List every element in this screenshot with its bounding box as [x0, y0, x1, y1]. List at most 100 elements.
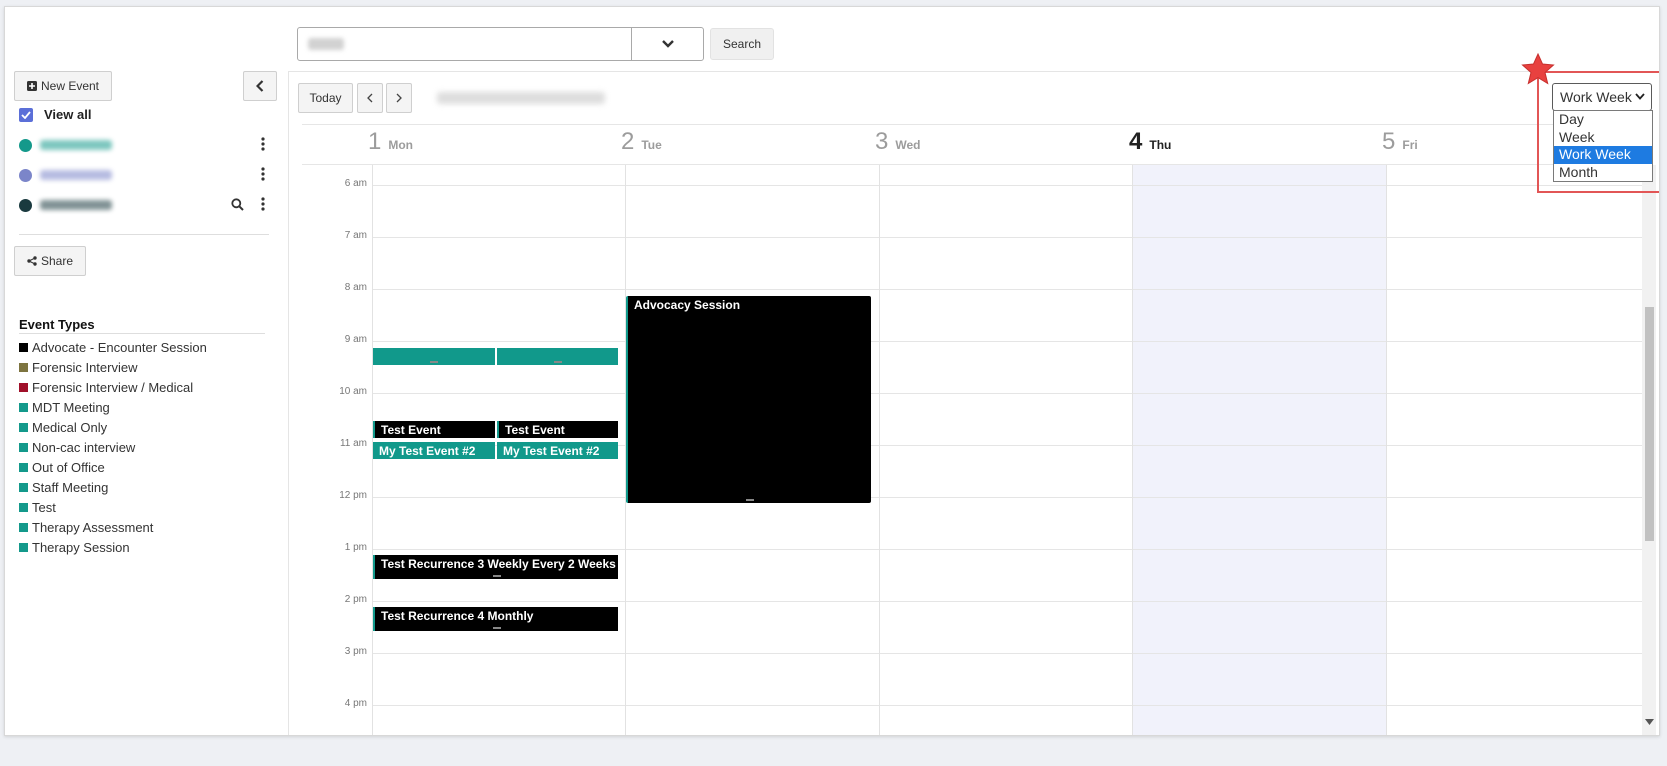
calendar-event[interactable]: [497, 348, 618, 365]
time-label: 11 am: [339, 438, 367, 449]
calendar-event[interactable]: [373, 348, 495, 365]
hour-line: [372, 601, 1642, 602]
chevron-right-icon: [396, 93, 402, 103]
day-number: 1: [368, 128, 382, 155]
event-title: Test Event: [505, 423, 565, 437]
hour-line: [372, 237, 1642, 238]
kebab-menu-icon[interactable]: [261, 197, 265, 211]
event-type-item: Therapy Session: [19, 537, 207, 557]
today-button[interactable]: Today: [298, 83, 353, 113]
sidebar-separator: [19, 234, 269, 235]
calendar-event[interactable]: Test Recurrence 3 Weekly Every 2 Weeks: [373, 555, 618, 579]
event-title: Test Recurrence 4 Monthly: [381, 609, 534, 623]
day-number: 4: [1129, 128, 1143, 155]
search-dropdown-toggle[interactable]: [632, 28, 704, 60]
share-button[interactable]: Share: [14, 246, 86, 276]
search-icon[interactable]: [231, 198, 244, 211]
scroll-down-arrow-icon[interactable]: [1645, 719, 1654, 725]
new-event-button[interactable]: New Event: [14, 71, 112, 101]
hour-line: [372, 705, 1642, 706]
event-type-item: Out of Office: [19, 457, 207, 477]
event-type-item: Advocate - Encounter Session: [19, 337, 207, 357]
time-grid[interactable]: 6 am 7 am 8 am 9 am 10 am 11 am 12 pm 1 …: [302, 165, 1642, 735]
event-title: My Test Event #2: [379, 444, 476, 458]
event-type-label: MDT Meeting: [32, 399, 110, 415]
calendar-color-dot: [19, 138, 32, 152]
resize-handle[interactable]: [492, 575, 501, 577]
resize-handle[interactable]: [553, 361, 562, 363]
day-name: Mon: [388, 138, 414, 152]
view-all-label: View all: [44, 107, 92, 122]
day-header-tue[interactable]: 2 Tue: [621, 128, 662, 160]
time-label: 3 pm: [344, 646, 367, 657]
hour-line: [372, 549, 1642, 550]
time-label: 2 pm: [344, 594, 367, 605]
time-label: 8 am: [344, 282, 367, 293]
resize-handle[interactable]: [492, 627, 501, 629]
time-label: 7 am: [344, 230, 367, 241]
kebab-menu-icon[interactable]: [261, 167, 265, 181]
calendar-event[interactable]: My Test Event #2: [497, 442, 618, 459]
hour-line: [372, 341, 1642, 342]
event-type-swatch: [19, 442, 28, 452]
hour-line: [372, 185, 1642, 186]
new-event-label: New Event: [40, 79, 100, 93]
view-all-toggle[interactable]: View all: [19, 107, 91, 122]
calendar-item[interactable]: [19, 165, 269, 185]
sidebar-divider: [288, 71, 289, 735]
day-number: 5: [1382, 128, 1396, 155]
resize-handle[interactable]: [745, 499, 754, 501]
hour-line: [372, 393, 1642, 394]
event-type-item: Forensic Interview / Medical: [19, 377, 207, 397]
scrollbar-thumb[interactable]: [1645, 307, 1654, 541]
calendar-color-dot: [19, 168, 32, 182]
event-title: Test Recurrence 3 Weekly Every 2 Weeks: [381, 557, 616, 571]
calendar-event[interactable]: Test Recurrence 4 Monthly: [373, 607, 618, 631]
prev-week-button[interactable]: [357, 83, 383, 113]
event-type-item: MDT Meeting: [19, 397, 207, 417]
calendar-event[interactable]: Test Event: [373, 421, 495, 438]
calendar-item[interactable]: [19, 195, 269, 215]
calendar-color-dot: [19, 198, 32, 212]
day-number: 2: [621, 128, 635, 155]
event-type-item: Forensic Interview: [19, 357, 207, 377]
collapse-sidebar-button[interactable]: [243, 71, 277, 101]
calendar-event[interactable]: Advocacy Session: [626, 296, 871, 503]
event-type-label: Advocate - Encounter Session: [32, 339, 207, 355]
event-type-swatch: [19, 382, 28, 392]
day-name: Thu: [1149, 138, 1172, 152]
search-button[interactable]: Search: [710, 28, 774, 60]
plus-square-icon: [26, 81, 37, 91]
resize-handle[interactable]: [430, 361, 438, 363]
event-types-divider: [19, 333, 265, 334]
event-type-label: Therapy Assessment: [32, 519, 154, 535]
checkmark-icon: [21, 110, 31, 119]
calendar-event[interactable]: Test Event: [497, 421, 618, 438]
day-name: Fri: [1402, 138, 1418, 152]
time-label: 1 pm: [344, 542, 367, 553]
search-combobox[interactable]: [297, 27, 704, 61]
chevron-left-icon: [256, 80, 264, 92]
day-header-thu[interactable]: 4 Thu: [1129, 128, 1171, 160]
event-type-label: Staff Meeting: [32, 479, 109, 495]
event-title: Advocacy Session: [634, 298, 741, 312]
day-header-mon[interactable]: 1 Mon: [368, 128, 413, 160]
next-week-button[interactable]: [386, 83, 412, 113]
date-range-blurred: [437, 92, 605, 104]
header-top-rule: [302, 124, 1642, 125]
search-input-blurred-value[interactable]: [308, 38, 344, 50]
calendar-event[interactable]: My Test Event #2: [373, 442, 495, 459]
event-type-label: Forensic Interview: [32, 359, 138, 375]
day-header-wed[interactable]: 3 Wed: [875, 128, 920, 160]
event-type-item: Medical Only: [19, 417, 207, 437]
calendar-name-blurred: [40, 200, 112, 210]
event-type-swatch: [19, 362, 28, 372]
view-all-checkbox[interactable]: [19, 107, 33, 122]
kebab-menu-icon[interactable]: [261, 137, 265, 151]
day-header-fri[interactable]: 5 Fri: [1382, 128, 1418, 160]
toolbar-divider: [288, 71, 1659, 72]
calendar-item[interactable]: [19, 135, 269, 155]
today-column-highlight: [1133, 165, 1387, 735]
calendar-name-blurred: [40, 170, 112, 180]
event-type-label: Forensic Interview / Medical: [32, 379, 194, 395]
